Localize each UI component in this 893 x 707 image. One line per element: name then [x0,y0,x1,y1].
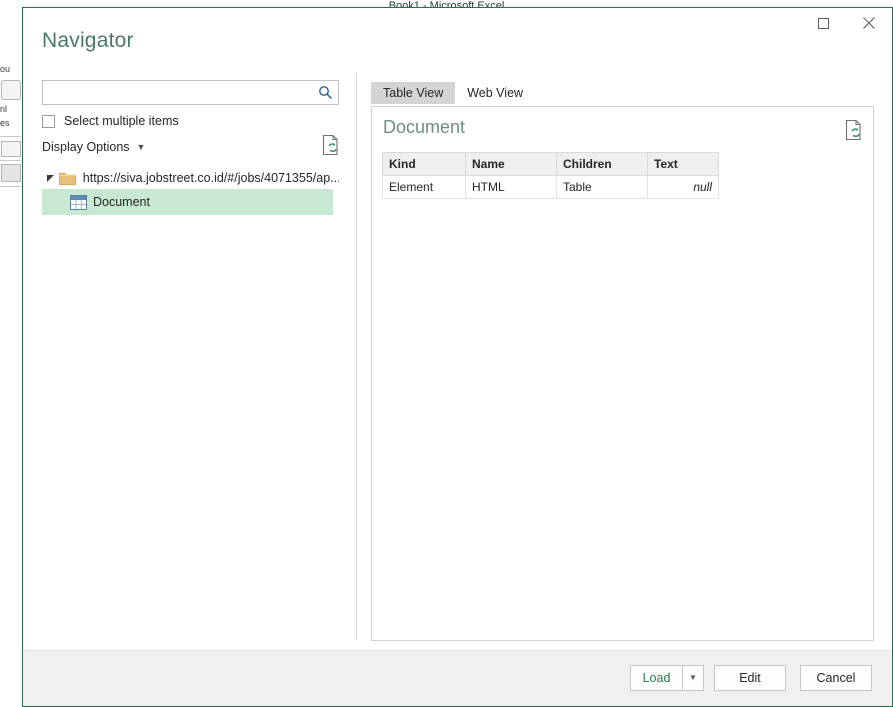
table-row[interactable]: Element HTML Table null [382,175,719,199]
tab-web-view[interactable]: Web View [455,82,535,104]
select-multiple-items-row[interactable]: Select multiple items [42,114,179,128]
preview-content-panel: Document Kind Name Children Text Element… [371,106,874,641]
chevron-down-icon: ▼ [689,673,697,682]
column-header-name[interactable]: Name [465,152,557,176]
source-tree: https://siva.jobstreet.co.id/#/jobs/4071… [42,166,339,215]
excel-divider-3 [0,186,21,187]
display-options-label: Display Options [42,140,130,154]
excel-text-fragment-3: es [0,118,10,128]
display-options-button[interactable]: Display Options ▼ [42,140,145,154]
tree-node-document-label: Document [93,195,150,209]
search-icon[interactable] [312,81,338,104]
load-dropdown-button[interactable]: ▼ [682,665,704,691]
footer-button-group: Load ▼ Edit Cancel [630,665,872,691]
cell-name: HTML [465,175,557,199]
excel-button-fragment-3 [1,164,21,182]
dialog-footer: Load ▼ Edit Cancel [23,650,892,706]
close-icon[interactable] [846,8,892,38]
folder-icon [58,171,78,185]
tab-table-view[interactable]: Table View [371,82,456,104]
preview-heading: Document [383,117,466,137]
column-header-children[interactable]: Children [556,152,648,176]
preview-tabs: Table View Web View [371,82,535,104]
column-header-text[interactable]: Text [647,152,719,176]
excel-left-ui-strip: ou nl es [0,8,22,707]
tree-node-document[interactable]: Document [42,189,333,215]
window-controls [800,8,892,38]
pane-splitter[interactable] [356,73,357,640]
cell-children: Table [556,175,648,199]
excel-button-fragment-2 [1,141,21,157]
excel-button-fragment-1 [1,80,21,100]
select-multiple-items-label: Select multiple items [64,114,179,128]
tree-node-root-label: https://siva.jobstreet.co.id/#/jobs/4071… [82,170,339,185]
preview-table: Kind Name Children Text Element HTML Tab… [382,152,719,199]
load-split-button: Load ▼ [630,665,704,691]
navigator-dialog: Navigator Select multiple items Display … [22,7,893,707]
dialog-title: Navigator [42,29,134,52]
edit-button[interactable]: Edit [714,665,786,691]
excel-text-fragment-1: ou [0,64,11,74]
navigator-right-pane: Table View Web View Document Kind Name C… [371,73,876,643]
select-multiple-items-checkbox[interactable] [42,114,55,128]
navigator-left-pane: Select multiple items Display Options ▼ [23,66,356,644]
cell-text: null [647,175,719,199]
collapse-triangle-icon[interactable] [44,173,58,182]
tree-node-root[interactable]: https://siva.jobstreet.co.id/#/jobs/4071… [42,166,339,189]
refresh-document-icon[interactable] [321,134,341,156]
refresh-document-icon[interactable] [844,119,864,141]
load-button[interactable]: Load [630,665,682,691]
cancel-button[interactable]: Cancel [800,665,872,691]
search-box[interactable] [42,80,339,105]
maximize-icon[interactable] [800,8,846,38]
search-input[interactable] [43,82,312,103]
table-header-row: Kind Name Children Text [382,152,719,176]
chevron-down-icon[interactable]: ▼ [137,142,146,152]
excel-divider-1 [0,136,21,137]
excel-text-fragment-2: nl [0,104,8,114]
table-icon [68,194,88,210]
excel-window-title: Book1 - Microsoft Excel [388,0,505,7]
excel-divider-2 [0,160,21,161]
column-header-kind[interactable]: Kind [382,152,466,176]
cell-kind: Element [382,175,466,199]
